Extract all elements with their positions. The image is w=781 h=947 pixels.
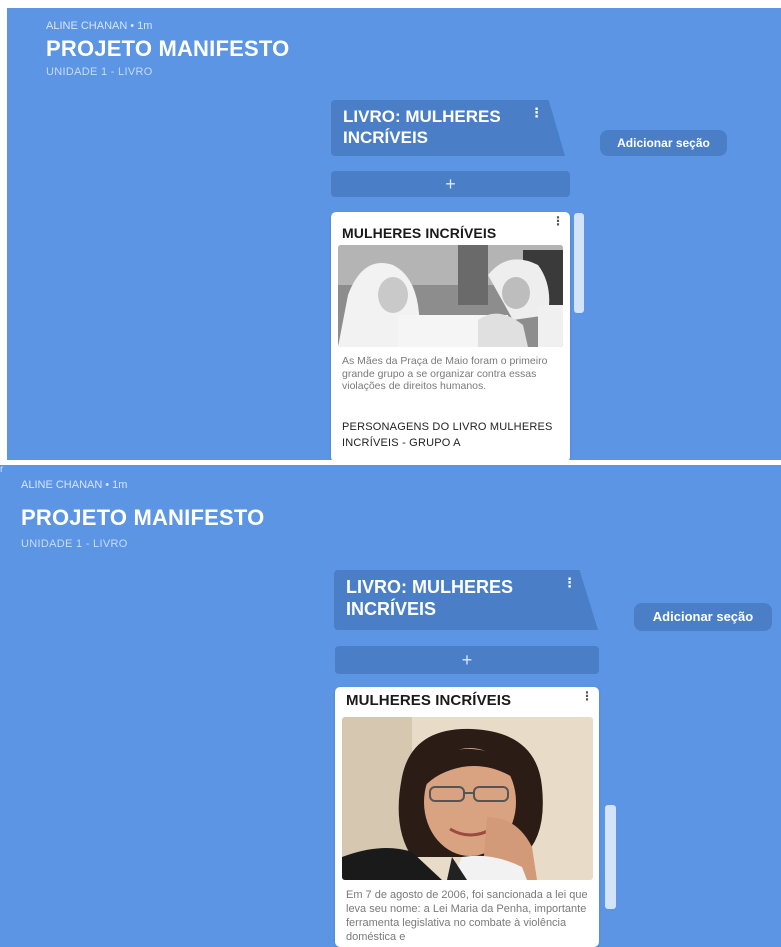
add-post-button[interactable]: + bbox=[335, 646, 599, 674]
separator-dot: • bbox=[105, 479, 110, 491]
card-image[interactable] bbox=[342, 717, 593, 880]
padlet-screenshot-1: ALINE CHANAN • 1m PROJETO MANIFESTO UNIDAD… bbox=[7, 8, 781, 460]
card-menu-icon[interactable]: ⋮ bbox=[581, 689, 593, 703]
post-card[interactable]: MULHERES INCRÍVEIS ⋮ As Mães da Praça de… bbox=[331, 212, 570, 460]
card-description: Em 7 de agosto de 2006, foi sancionada a… bbox=[346, 889, 588, 943]
corner-mark: r bbox=[0, 465, 4, 475]
card-title: MULHERES INCRÍVEIS bbox=[342, 225, 497, 241]
unit-subtitle: UNIDADE 1 - LIVRO bbox=[46, 66, 153, 78]
separator-dot: • bbox=[130, 20, 135, 32]
section-header[interactable]: LIVRO: MULHERES INCRÍVEIS ⋮ bbox=[331, 100, 565, 156]
project-title: PROJETO MANIFESTO bbox=[46, 36, 290, 61]
unit-subtitle: UNIDADE 1 - LIVRO bbox=[21, 538, 128, 550]
author-line: ALINE CHANAN • 1m bbox=[46, 20, 152, 32]
project-title: PROJETO MANIFESTO bbox=[21, 505, 265, 530]
card-subtitle: PERSONAGENS DO LIVRO MULHERES INCRÍVEIS … bbox=[342, 421, 553, 449]
post-time: 1m bbox=[112, 479, 128, 491]
section-menu-icon[interactable]: ⋮ bbox=[530, 106, 543, 119]
card-description: As Mães da Praça de Maio foram o primeir… bbox=[342, 355, 548, 392]
card-image[interactable] bbox=[338, 245, 563, 347]
add-post-button[interactable]: + bbox=[331, 171, 570, 197]
post-card[interactable]: MULHERES INCRÍVEIS ⋮ Em 7 de agosto de 2… bbox=[335, 687, 599, 947]
author-line: ALINE CHANAN • 1m bbox=[21, 479, 127, 491]
section-title: LIVRO: MULHERES INCRÍVEIS bbox=[343, 107, 501, 147]
author-name: ALINE CHANAN bbox=[46, 20, 128, 32]
section-header[interactable]: LIVRO: MULHERES INCRÍVEIS ⋮ bbox=[334, 570, 598, 630]
scrollbar-thumb[interactable] bbox=[605, 805, 616, 909]
add-section-button[interactable]: Adicionar seção bbox=[600, 130, 727, 156]
add-section-button[interactable]: Adicionar seção bbox=[634, 603, 772, 631]
post-time: 1m bbox=[137, 20, 153, 32]
plus-icon: + bbox=[461, 650, 473, 670]
author-name: ALINE CHANAN bbox=[21, 479, 103, 491]
scrollbar-thumb[interactable] bbox=[574, 213, 584, 313]
card-menu-icon[interactable]: ⋮ bbox=[552, 214, 564, 228]
section-menu-icon[interactable]: ⋮ bbox=[563, 576, 576, 589]
card-title: MULHERES INCRÍVEIS bbox=[346, 692, 512, 709]
padlet-screenshot-2: r ALINE CHANAN • 1m PROJETO MANIFESTO UNID… bbox=[0, 465, 781, 947]
mothers-plaza-photo bbox=[338, 245, 563, 347]
plus-icon: + bbox=[445, 174, 456, 194]
section-title: LIVRO: MULHERES INCRÍVEIS bbox=[346, 577, 514, 619]
maria-da-penha-photo bbox=[342, 717, 593, 880]
